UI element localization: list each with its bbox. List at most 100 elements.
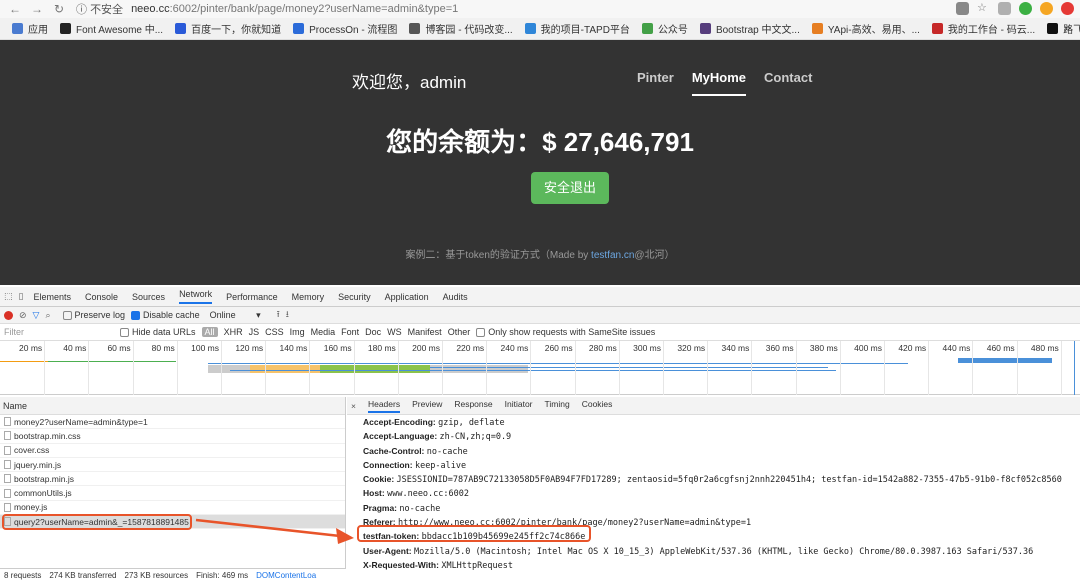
star-icon[interactable]: ☆ [977, 2, 990, 15]
extension-icon[interactable] [1040, 2, 1053, 15]
preserve-log-checkbox[interactable]: Preserve log [62, 310, 125, 321]
device-icon[interactable]: ▯ [19, 291, 24, 302]
tab-sources[interactable]: Sources [132, 292, 165, 302]
bookmark-item[interactable]: 公众号 [641, 21, 688, 36]
nav-contact[interactable]: Contact [764, 70, 812, 96]
upload-icon[interactable]: ⭱ [277, 307, 280, 323]
type-filter-img[interactable]: Img [290, 327, 305, 337]
request-row[interactable]: cover.css [0, 444, 345, 458]
timeline-gridline [530, 341, 532, 395]
timeline-gridline [176, 341, 178, 395]
request-row[interactable]: commonUtils.js [0, 486, 345, 501]
bookmark-icon [12, 23, 23, 34]
detail-tabbar: × Headers Preview Response Initiator Timing C… [347, 397, 1080, 415]
type-filter-font[interactable]: Font [341, 327, 359, 337]
tab-audits[interactable]: Audits [443, 292, 468, 302]
close-icon[interactable]: × [351, 401, 356, 411]
browser-toolbar: ← → ↻ ⓘ 不安全 neeo.cc:6002/pinter/bank/pag… [0, 0, 1080, 18]
translate-icon[interactable] [956, 2, 969, 15]
tab-console[interactable]: Console [85, 292, 118, 302]
header-key: Accept-Language: [363, 431, 438, 442]
extension-icon[interactable] [1061, 2, 1074, 15]
reload-icon[interactable]: ↻ [52, 2, 66, 16]
nav-pinter[interactable]: Pinter [637, 70, 674, 96]
filter-input[interactable]: Filter [4, 327, 114, 337]
tab-network[interactable]: Network [179, 289, 213, 304]
timeline-tick: 140 ms [279, 343, 308, 353]
detail-tab-timing[interactable]: Timing [545, 399, 570, 413]
header-key: Connection: [363, 459, 413, 470]
header-row: Pragma: no-cache [347, 501, 1080, 515]
bookmark-icon [931, 23, 943, 34]
type-filter-all[interactable]: All [201, 327, 218, 337]
timeline-tick: 100 ms [191, 343, 219, 353]
request-row[interactable]: bootstrap.min.css [0, 429, 345, 444]
type-filter-other[interactable]: Other [448, 327, 471, 337]
timeline-gridline [884, 341, 885, 395]
bookmark-item[interactable]: Bootstrap 中文文... [699, 21, 800, 36]
tab-application[interactable]: Application [385, 292, 429, 302]
bookmark-item[interactable]: 应用 [12, 21, 48, 36]
detail-tab-cookies[interactable]: Cookies [582, 399, 613, 413]
header-row: Accept-Language: zh-CN,zh;q=0.9 [347, 429, 1080, 443]
type-filter-xhr[interactable]: XHR [224, 327, 243, 337]
timeline-gridline [751, 341, 753, 395]
page-content: 欢迎您，admin Pinter MyHome Contact 您的余额为：$ … [0, 40, 1080, 285]
bookmark-item[interactable]: Font Awesome 中... [60, 21, 163, 36]
header-value: no-cache [426, 446, 468, 457]
download-icon[interactable]: ⭳ [286, 307, 289, 323]
bookmark-item[interactable]: 我的工作台 - 码云... [931, 21, 1035, 36]
tab-memory[interactable]: Memory [292, 292, 325, 302]
timeline-gridline [132, 341, 134, 395]
record-icon[interactable] [4, 310, 13, 320]
search-icon[interactable]: ⌕ [45, 310, 50, 321]
type-filter-js[interactable]: JS [249, 327, 260, 337]
request-row[interactable]: bootstrap.min.js [0, 472, 345, 487]
hide-data-urls-checkbox[interactable]: Hide data URLs [120, 327, 196, 338]
tab-security[interactable]: Security [338, 292, 371, 302]
nav-myhome[interactable]: MyHome [691, 70, 747, 96]
name-column-header[interactable]: Name [0, 397, 345, 415]
bookmark-item[interactable]: 我的项目-TAPD平台 [524, 21, 630, 36]
back-icon[interactable]: ← [8, 2, 22, 16]
timeline-gridline [574, 341, 576, 395]
header-value: Mozilla/5.0 (Macintosh; Intel Mac OS X 1… [414, 546, 1034, 557]
type-filter-ws[interactable]: WS [387, 327, 402, 337]
samesite-checkbox[interactable]: Only show requests with SameSite issues [476, 327, 655, 338]
type-filter-media[interactable]: Media [311, 327, 336, 337]
footer-link[interactable]: testfan.cn [591, 250, 634, 261]
bookmark-item[interactable]: ProcessOn - 流程图 [293, 21, 397, 36]
detail-tab-preview[interactable]: Preview [412, 399, 442, 413]
detail-tab-initiator[interactable]: Initiator [505, 399, 533, 413]
bookmark-item[interactable]: YApi-高效、易用、... [811, 21, 920, 36]
request-row[interactable]: jquery.min.js [0, 458, 345, 473]
tab-elements[interactable]: Elements [33, 292, 71, 302]
tab-performance[interactable]: Performance [226, 292, 278, 302]
disable-cache-checkbox[interactable]: Disable cache [131, 310, 200, 321]
bookmark-item[interactable]: 博客园 - 代码改变... [409, 21, 513, 36]
filter-icon[interactable]: ▽ [33, 310, 40, 321]
throttle-select[interactable]: Online ▾ [210, 310, 261, 321]
inspect-icon[interactable]: ⬚ [4, 291, 13, 302]
type-filter-doc[interactable]: Doc [365, 327, 381, 337]
forward-icon[interactable]: → [30, 2, 44, 16]
timeline-bar [430, 367, 828, 368]
highlight-box [2, 514, 192, 530]
header-key: Cache-Control: [363, 445, 425, 456]
extension-icon[interactable] [998, 2, 1011, 15]
logout-button[interactable]: 安全退出 [531, 172, 609, 204]
timeline-tick: 260 ms [544, 343, 573, 353]
type-filter-css[interactable]: CSS [265, 327, 284, 337]
timeline-gridline [44, 341, 46, 395]
type-filter-manifest[interactable]: Manifest [408, 327, 442, 337]
detail-tab-response[interactable]: Response [454, 399, 492, 413]
address-bar[interactable]: neeo.cc:6002/pinter/bank/page/money2?use… [131, 3, 458, 15]
more-bookmarks-icon[interactable]: » [1064, 23, 1070, 34]
extension-icon[interactable] [1019, 2, 1032, 15]
bookmark-item[interactable]: 百度一下，你就知道 [175, 21, 281, 36]
detail-tab-headers[interactable]: Headers [367, 399, 401, 413]
clear-icon[interactable]: ⊘ [19, 310, 27, 321]
request-row[interactable]: money2?userName=admin&type=1 [0, 415, 345, 430]
info-icon[interactable]: ⓘ 不安全 [76, 1, 123, 17]
header-value: no-cache [399, 503, 441, 514]
